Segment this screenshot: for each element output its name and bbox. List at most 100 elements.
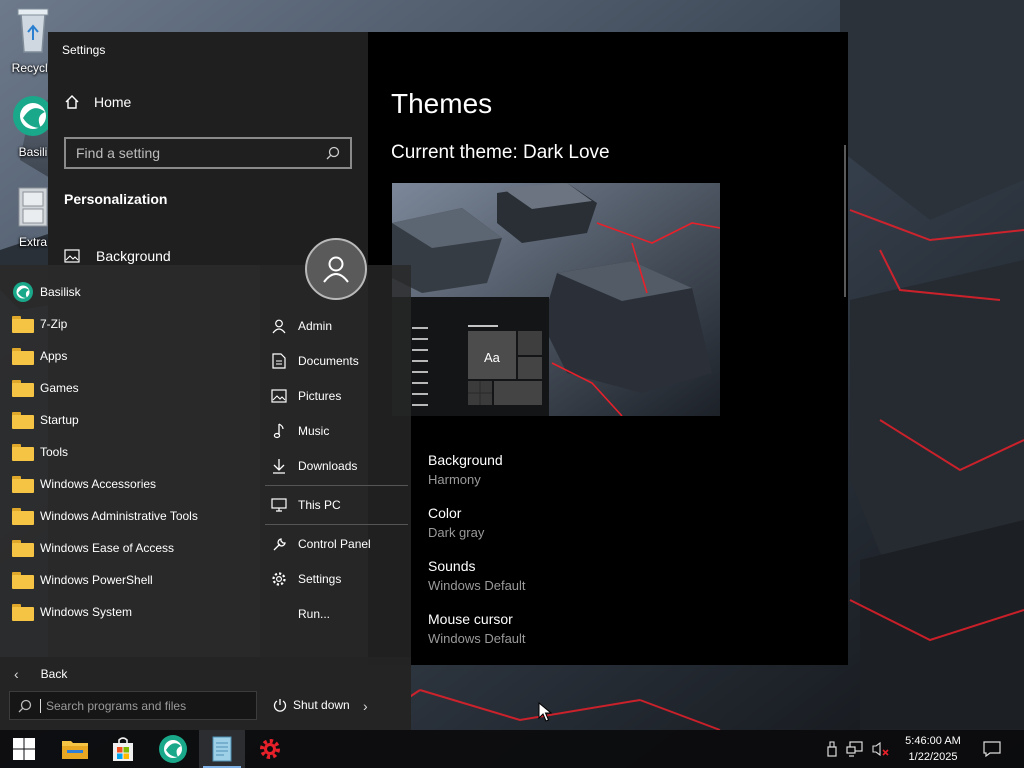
page-title: Themes <box>391 88 493 119</box>
place-label: Run... <box>298 607 331 621</box>
downloads-icon <box>270 458 288 474</box>
windows-logo-icon <box>13 738 35 760</box>
network-icon[interactable] <box>846 741 864 757</box>
taskbar-file-explorer[interactable] <box>52 730 98 768</box>
program-folder-startup[interactable]: Startup <box>12 409 79 431</box>
places-divider <box>265 485 408 486</box>
program-folder-windows-system[interactable]: Windows System <box>12 601 132 623</box>
start-button[interactable] <box>1 730 47 768</box>
pictures-icon <box>270 389 288 403</box>
find-setting-input[interactable] <box>76 145 316 161</box>
program-basilisk[interactable]: Basilisk <box>12 281 81 303</box>
taskbar-notepad-app[interactable] <box>199 730 245 768</box>
place-label: This PC <box>298 498 341 512</box>
place-this-pc[interactable]: This PC <box>270 494 341 516</box>
program-label: Games <box>40 381 79 395</box>
wrench-icon <box>270 537 288 552</box>
folder-icon <box>12 315 34 333</box>
nav-home-label: Home <box>94 94 132 110</box>
music-icon <box>270 423 288 439</box>
program-label: Tools <box>40 445 69 459</box>
place-label: Documents <box>298 354 359 368</box>
theme-property-value: Dark gray <box>428 525 485 540</box>
program-folder-apps[interactable]: Apps <box>12 345 67 367</box>
place-music[interactable]: Music <box>270 420 329 442</box>
chevron-left-icon: ‹ <box>14 666 19 682</box>
program-folder-7zip[interactable]: 7-Zip <box>12 313 67 335</box>
store-bag-icon <box>113 737 133 761</box>
theme-preview[interactable]: Aa <box>392 183 720 416</box>
shutdown-button[interactable]: Shut down <box>273 698 350 712</box>
taskbar-microsoft-store[interactable] <box>100 730 146 768</box>
program-folder-games[interactable]: Games <box>12 377 79 399</box>
taskbar-basilisk-browser[interactable] <box>150 730 196 768</box>
basilisk-icon <box>159 735 187 763</box>
places-divider <box>265 524 408 525</box>
preview-sample-text: Aa <box>484 350 500 365</box>
taskbar-clock[interactable]: 5:46:00 AM 1/22/2025 <box>898 733 968 765</box>
folder-icon <box>12 603 34 621</box>
place-documents[interactable]: Documents <box>270 350 359 372</box>
program-folder-tools[interactable]: Tools <box>12 441 68 463</box>
place-label: Music <box>298 424 330 438</box>
folder-icon <box>12 443 34 461</box>
picture-icon <box>64 249 80 263</box>
clock-time: 5:46:00 AM <box>905 735 961 747</box>
section-heading: Personalization <box>64 191 168 207</box>
theme-color-setting[interactable]: Color Dark gray <box>428 505 484 540</box>
clock-date: 1/22/2025 <box>908 751 958 763</box>
program-folder-windows-administrative-tools[interactable]: Windows Administrative Tools <box>12 505 198 527</box>
theme-property-value: Windows Default <box>428 578 526 593</box>
program-label: Basilisk <box>40 285 81 299</box>
theme-mouse-cursor-setting[interactable]: Mouse cursor Windows Default <box>428 611 526 646</box>
gear-icon <box>270 571 288 587</box>
computer-icon <box>270 498 288 512</box>
user-avatar[interactable] <box>305 238 367 300</box>
user-icon <box>323 256 349 283</box>
cursor-arrow-icon <box>538 701 553 722</box>
program-label: Windows Accessories <box>40 477 157 491</box>
program-label: Windows PowerShell <box>40 573 153 587</box>
scrollbar[interactable] <box>844 145 846 297</box>
cabinet-icon <box>18 187 48 227</box>
place-run[interactable]: Run... <box>270 603 330 625</box>
recycle-bin-icon <box>17 8 49 53</box>
place-control-panel[interactable]: Control Panel <box>270 533 371 555</box>
place-settings[interactable]: Settings <box>270 568 341 590</box>
place-label: Downloads <box>298 459 358 473</box>
place-label: Pictures <box>298 389 342 403</box>
place-pictures[interactable]: Pictures <box>270 385 341 407</box>
nav-home[interactable]: Home <box>64 94 131 110</box>
find-setting-box[interactable] <box>64 137 352 169</box>
power-icon <box>273 699 287 712</box>
action-center-button[interactable] <box>978 730 1006 768</box>
theme-sounds-setting[interactable]: Sounds Windows Default <box>428 558 526 593</box>
start-search-box[interactable] <box>9 691 257 720</box>
shutdown-options-arrow[interactable]: › <box>363 698 368 714</box>
usb-device-icon[interactable] <box>826 741 838 757</box>
place-label: Admin <box>298 319 333 333</box>
start-search-input[interactable] <box>40 698 240 713</box>
program-folder-windows-ease-of-access[interactable]: Windows Ease of Access <box>12 537 174 559</box>
nav-item-background[interactable]: Background <box>64 248 171 264</box>
place-admin[interactable]: Admin <box>270 315 332 337</box>
start-menu: Basilisk 7-Zip Apps Games Startup Tools … <box>0 265 411 730</box>
place-label: Control Panel <box>298 537 371 551</box>
home-icon <box>65 95 79 109</box>
system-tray <box>826 730 890 768</box>
start-back-button[interactable]: ‹ Back <box>14 666 67 682</box>
program-label: 7-Zip <box>40 317 68 331</box>
folder-icon <box>12 507 34 525</box>
folder-icon <box>62 741 88 759</box>
theme-background-setting[interactable]: Background Harmony <box>428 452 503 487</box>
search-icon <box>326 146 340 160</box>
basilisk-icon <box>13 282 33 302</box>
volume-muted-icon[interactable] <box>872 741 890 757</box>
window-title: Settings <box>62 43 106 57</box>
program-folder-windows-accessories[interactable]: Windows Accessories <box>12 473 156 495</box>
program-folder-windows-powershell[interactable]: Windows PowerShell <box>12 569 153 591</box>
program-label: Apps <box>40 349 68 363</box>
notification-icon <box>983 741 1001 757</box>
taskbar-settings-app[interactable] <box>247 730 293 768</box>
place-downloads[interactable]: Downloads <box>270 455 357 477</box>
